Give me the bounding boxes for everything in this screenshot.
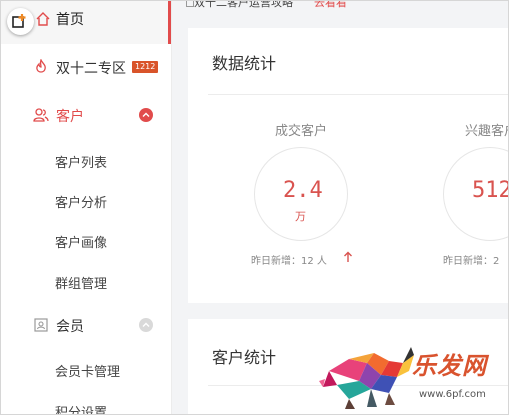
sidebar-subitem-customer-analysis[interactable]: 客户分析	[55, 192, 107, 211]
announcement-link[interactable]: 去看看	[314, 1, 347, 10]
app-window: 首页 双十二专区 1212 客户 客户列表 客户分析 客户画像 群组管理 会员 …	[0, 0, 509, 415]
announcement-bar: 双十二客户运营攻略 去看看	[172, 1, 508, 14]
watermark-logo-text: 乐发网	[412, 351, 487, 380]
announcement-text: 双十二客户运营攻略	[194, 1, 293, 9]
stat-foot: 昨日新增：12 人	[251, 256, 327, 267]
watermark-url: www.6pf.com	[419, 389, 486, 400]
bull-logo-icon	[319, 347, 414, 409]
sidebar-item-customer[interactable]: 客户	[1, 101, 171, 131]
stats-card: 数据统计 成交客户 2.4 万 昨日新增：12 人 兴趣客户 512 昨日新增：…	[188, 28, 509, 303]
stat-value: 512	[472, 178, 509, 203]
stat-foot: 昨日新增：2	[443, 256, 500, 267]
sidebar-item-label: 客户	[56, 109, 84, 125]
stat-unit: 万	[295, 210, 306, 223]
sidebar-item-double12[interactable]: 双十二专区 1212	[1, 53, 171, 83]
sidebar-item-label: 双十二专区	[56, 61, 126, 77]
member-card-icon	[33, 317, 49, 333]
sidebar-subitem-member-card[interactable]: 会员卡管理	[55, 361, 120, 380]
card-title: 数据统计	[212, 54, 277, 73]
add-shortcut-icon[interactable]	[7, 8, 34, 35]
sidebar-item-label: 首页	[56, 12, 84, 28]
home-icon	[35, 11, 51, 27]
sidebar-subitem-points-settings[interactable]: 积分设置	[55, 402, 107, 414]
event-badge: 1212	[132, 61, 159, 73]
sidebar-item-label: 会员	[56, 319, 84, 335]
flame-icon	[33, 58, 49, 75]
stat-label: 成交客户	[275, 124, 328, 139]
sidebar-subitem-group-management[interactable]: 群组管理	[55, 273, 107, 292]
sidebar: 首页 双十二专区 1212 客户 客户列表 客户分析 客户画像 群组管理 会员 …	[1, 1, 172, 414]
collapse-icon[interactable]	[139, 108, 153, 122]
sidebar-subitem-customer-profile[interactable]: 客户画像	[55, 232, 107, 251]
megaphone-icon	[186, 1, 194, 7]
arrow-up-icon	[344, 251, 352, 262]
sidebar-item-member[interactable]: 会员	[1, 311, 171, 341]
stat-value: 2.4	[283, 178, 323, 203]
card-title: 客户统计	[212, 348, 277, 367]
site-watermark: 乐发网 www.6pf.com	[319, 341, 508, 414]
sidebar-subitem-customer-list[interactable]: 客户列表	[55, 152, 107, 171]
divider	[208, 94, 508, 95]
expand-icon[interactable]	[139, 318, 153, 332]
users-icon	[33, 107, 49, 123]
stat-label: 兴趣客户	[465, 124, 508, 139]
